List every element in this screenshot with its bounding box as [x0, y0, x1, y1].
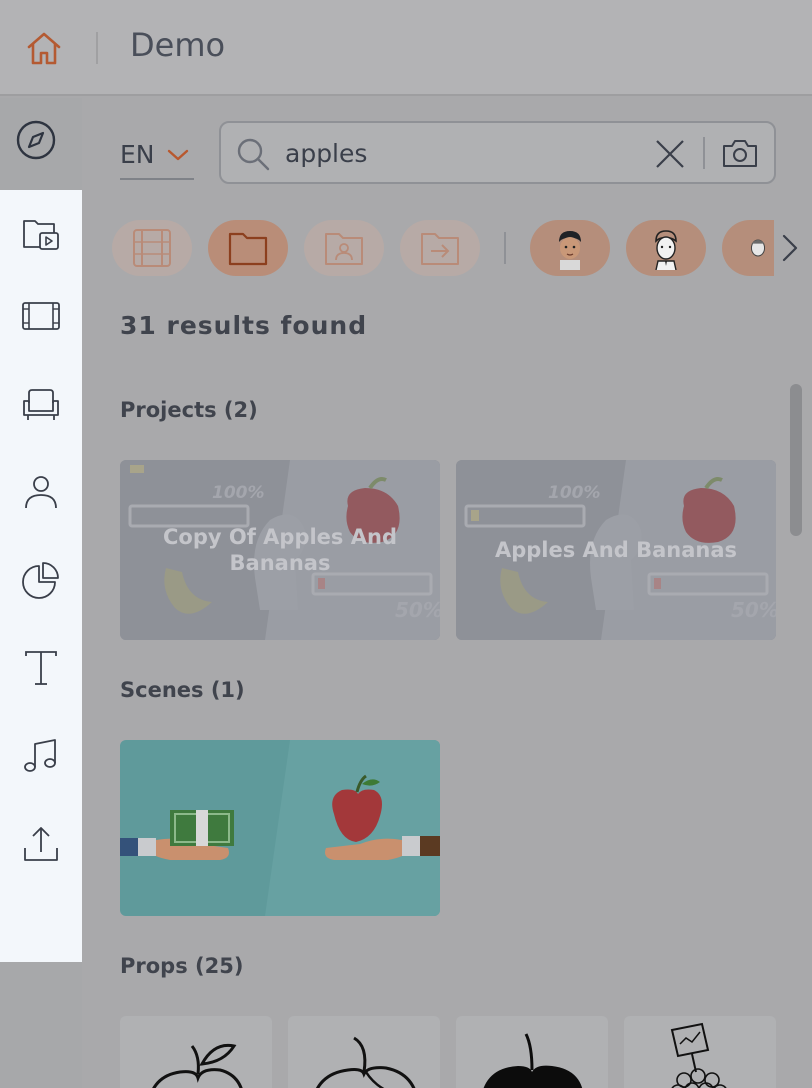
props-section-title: Props (25): [120, 954, 244, 978]
thumb-label-bottom: 50%: [731, 598, 776, 622]
rail-item-characters[interactable]: [0, 448, 82, 536]
rail-item-text[interactable]: [0, 624, 82, 712]
camera-icon[interactable]: [721, 135, 759, 171]
scenes-filter-chip[interactable]: [112, 220, 192, 276]
header: Demo: [0, 0, 812, 96]
film-icon: [133, 229, 171, 267]
shared-folder-filter-chip[interactable]: [400, 220, 480, 276]
rail-item-upload[interactable]: [0, 800, 82, 888]
upload-icon: [24, 827, 58, 861]
projects-filter-chip[interactable]: [208, 220, 288, 276]
search-divider: [703, 137, 705, 169]
apple-silhouette-image: [483, 1033, 583, 1088]
compass-icon[interactable]: [14, 118, 58, 162]
rail-item-scenes[interactable]: [0, 272, 82, 360]
thumb-label-top: 100%: [548, 483, 601, 503]
prop-card-2[interactable]: [288, 1016, 440, 1088]
thumb-label-top: 100%: [212, 483, 265, 503]
rail-item-charts[interactable]: [0, 536, 82, 624]
film-icon: [22, 302, 60, 330]
chevron-right-icon[interactable]: [774, 230, 804, 266]
header-divider: [96, 32, 98, 64]
avatar-chip-3[interactable]: [722, 220, 774, 276]
apple-sketch-image: [316, 1036, 416, 1088]
project-card-2[interactable]: 100% 50% Apples And Bananas: [456, 460, 776, 640]
folder-play-icon: [23, 220, 59, 250]
person-icon: [25, 476, 57, 509]
home-icon[interactable]: [24, 28, 64, 68]
prop-card-4[interactable]: [624, 1016, 776, 1088]
search-box: [219, 121, 776, 184]
armchair-icon: [23, 389, 59, 420]
language-select[interactable]: EN: [120, 136, 194, 180]
search-icon: [237, 138, 270, 171]
projects-section-title: Projects (2): [120, 398, 258, 422]
folder-arrow-icon: [421, 233, 459, 265]
rail-item-audio[interactable]: [0, 712, 82, 800]
music-note-icon: [24, 739, 56, 772]
text-icon: [25, 651, 57, 685]
pie-chart-icon: [22, 562, 59, 599]
avatar-icon: [750, 239, 766, 257]
apple-outline-image: [152, 1043, 243, 1088]
rail-item-project-library[interactable]: [0, 190, 82, 278]
prop-card-3[interactable]: [456, 1016, 608, 1088]
project-title: Demo: [130, 26, 226, 64]
avatar-icon: [559, 231, 581, 270]
scene-card-1[interactable]: [120, 740, 440, 916]
project-title-1: Copy Of Apples And Bananas: [163, 525, 397, 575]
rail-item-props[interactable]: [0, 360, 82, 448]
chevron-down-icon: [167, 149, 189, 161]
avatar-chip-2[interactable]: [626, 220, 706, 276]
folder-icon: [228, 232, 268, 266]
scrollbar-thumb[interactable]: [790, 384, 802, 536]
language-value: EN: [120, 140, 155, 169]
avatar-chip-1[interactable]: [530, 220, 610, 276]
scene-thumbnail: [120, 740, 440, 916]
chip-divider: [504, 232, 506, 264]
apple-basket-sign-image: [670, 1022, 727, 1088]
folder-user-icon: [325, 233, 363, 265]
results-count: 31 results found: [120, 311, 368, 340]
thumb-label-bottom: 50%: [395, 598, 440, 622]
user-folder-filter-chip[interactable]: [304, 220, 384, 276]
scenes-section-title: Scenes (1): [120, 678, 245, 702]
search-input[interactable]: [285, 133, 645, 173]
project-card-1[interactable]: 100% 50% Copy Of Apples And Bananas: [120, 460, 440, 640]
avatar-icon: [655, 230, 677, 270]
close-icon[interactable]: [653, 137, 687, 171]
project-title-2: Apples And Bananas: [494, 538, 738, 562]
prop-card-1[interactable]: [120, 1016, 272, 1088]
rail-panel: [0, 190, 82, 962]
